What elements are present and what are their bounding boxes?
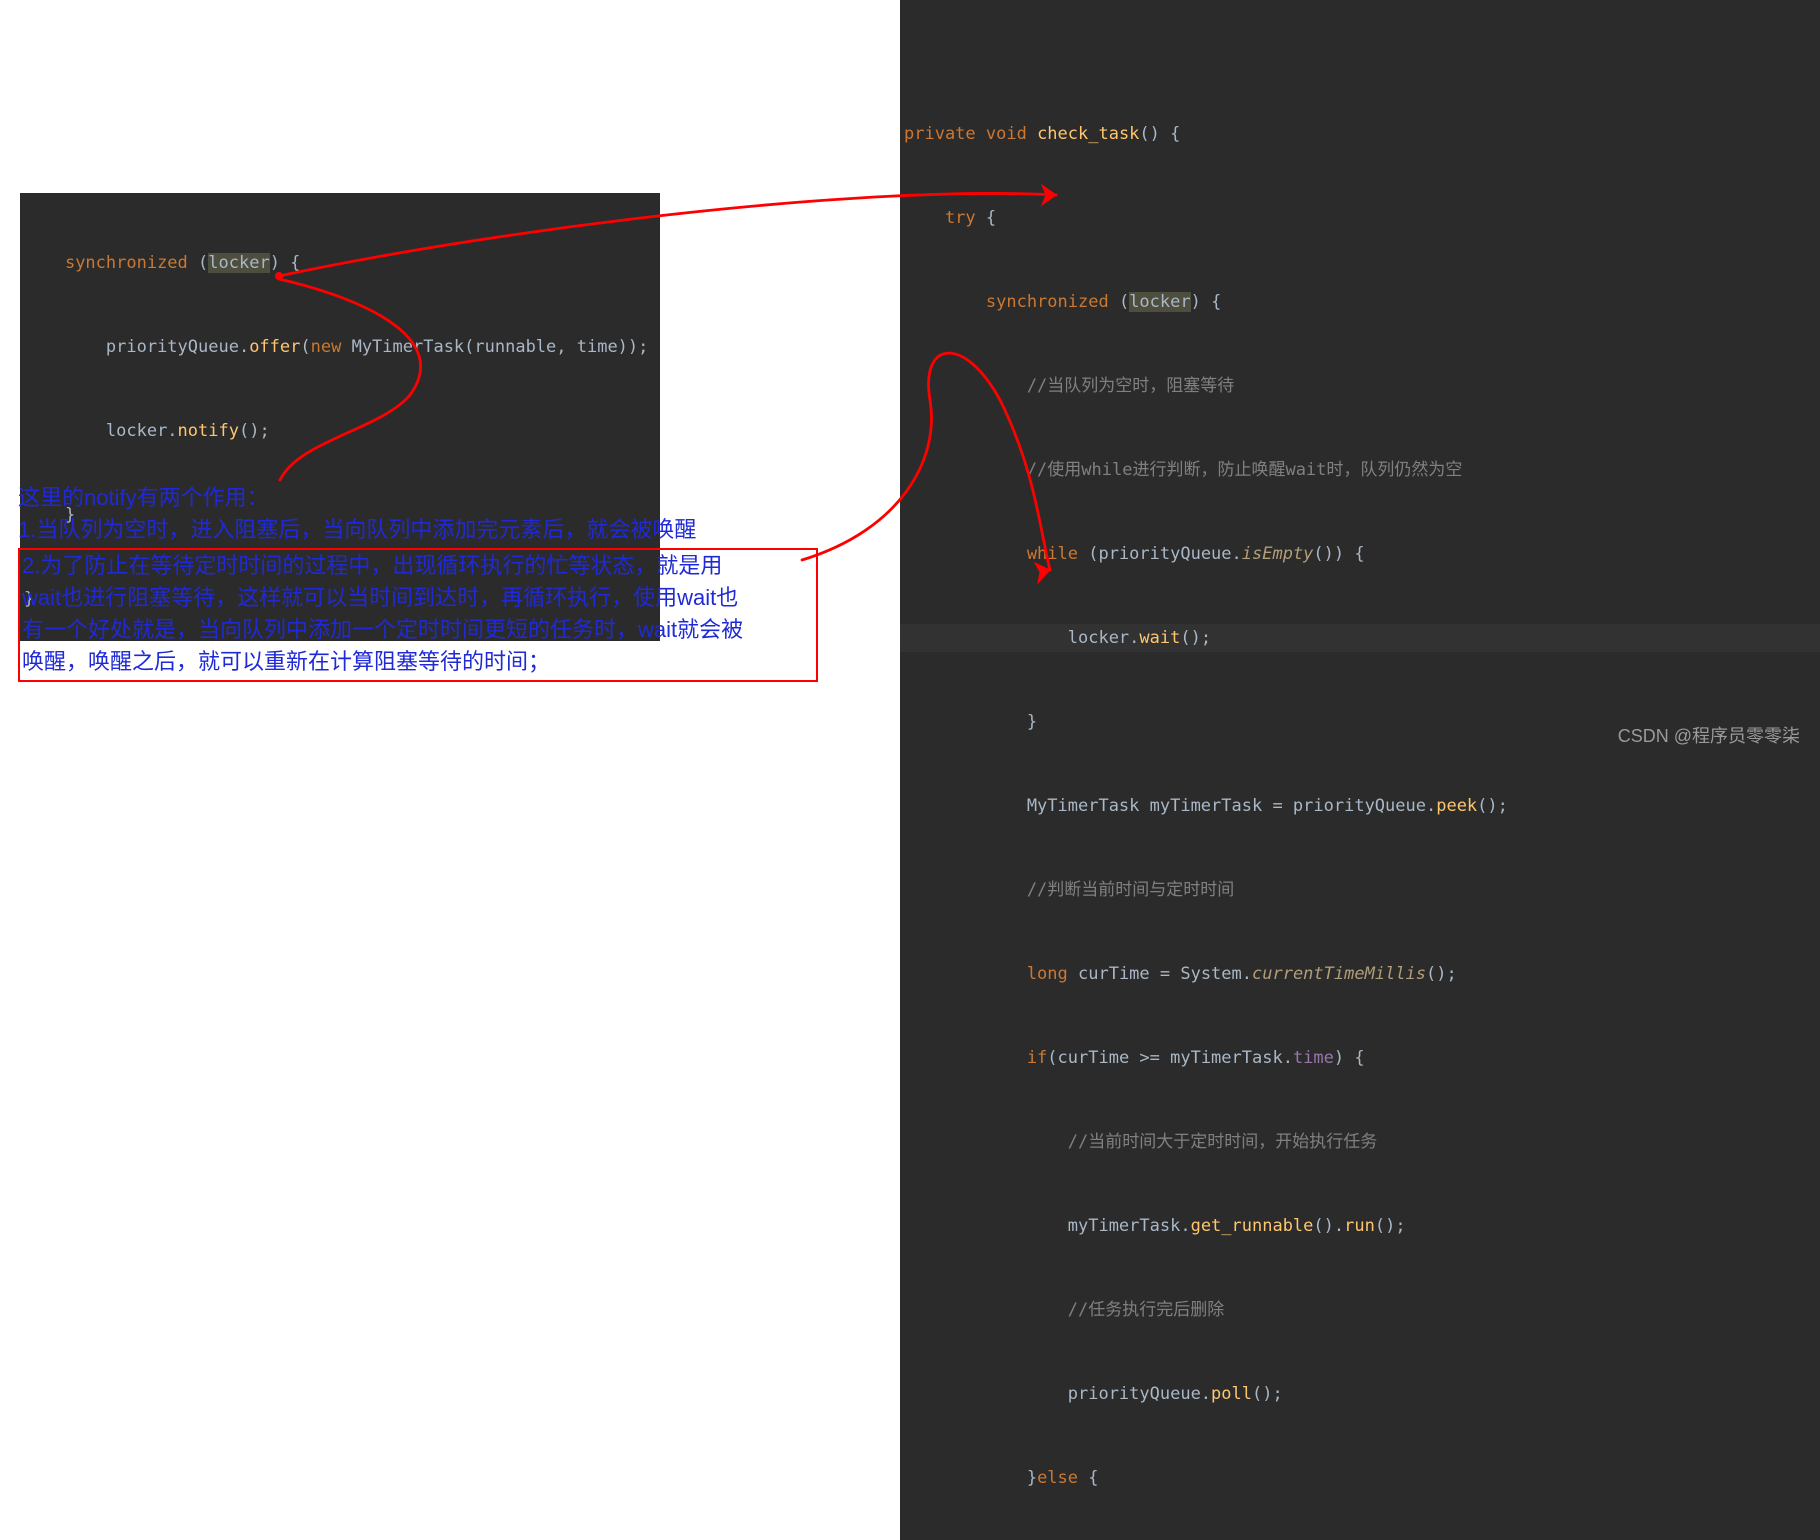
code-line: synchronized (locker) { [20,249,660,277]
code-comment: //任务执行完后删除 [900,1296,1820,1324]
code-line: private void check_task() { [900,120,1820,148]
code-line: priorityQueue.poll(); [900,1380,1820,1408]
anno-line2d: 唤醒，唤醒之后，就可以重新在计算阻塞等待的时间； [22,646,812,678]
anno-line1: 1.当队列为空时，进入阻塞后，当向队列中添加完元素后，就会被唤醒 [18,514,818,546]
anno-title: 这里的notify有两个作用： [18,482,818,514]
annotation-block: 这里的notify有两个作用： 1.当队列为空时，进入阻塞后，当向队列中添加完元… [18,482,818,682]
code-line: synchronized (locker) { [900,288,1820,316]
code-comment: //当前时间大于定时时间，开始执行任务 [900,1128,1820,1156]
code-comment: //判断当前时间与定时时间 [900,876,1820,904]
code-comment: //使用while进行判断，防止唤醒wait时，队列仍然为空 [900,456,1820,484]
code-line: locker.notify(); [20,417,660,445]
code-line: MyTimerTask myTimerTask = priorityQueue.… [900,792,1820,820]
code-line: myTimerTask.get_runnable().run(); [900,1212,1820,1240]
code-line: while (priorityQueue.isEmpty()) { [900,540,1820,568]
code-line: try { [900,204,1820,232]
right-code-block: private void check_task() { try { synchr… [900,0,1820,1540]
watermark: CSDN @程序员零零柒 [1618,722,1800,748]
anno-line2a: 2.为了防止在等待定时时间的过程中，出现循环执行的忙等状态，就是用 [22,550,812,582]
code-line: }else { [900,1464,1820,1492]
code-comment: //当队列为空时，阻塞等待 [900,372,1820,400]
anno-line2c: 有一个好处就是，当向队列中添加一个定时时间更短的任务时，wait就会被 [22,614,812,646]
code-line-highlight: locker.wait(); [900,624,1820,652]
code-line: if(curTime >= myTimerTask.time) { [900,1044,1820,1072]
code-line: long curTime = System.currentTimeMillis(… [900,960,1820,988]
code-line: priorityQueue.offer(new MyTimerTask(runn… [20,333,660,361]
anno-line2b: wait也进行阻塞等待，这样就可以当时间到达时，再循环执行，使用wait也 [22,582,812,614]
anno-boxed: 2.为了防止在等待定时时间的过程中，出现循环执行的忙等状态，就是用 wait也进… [18,548,818,682]
